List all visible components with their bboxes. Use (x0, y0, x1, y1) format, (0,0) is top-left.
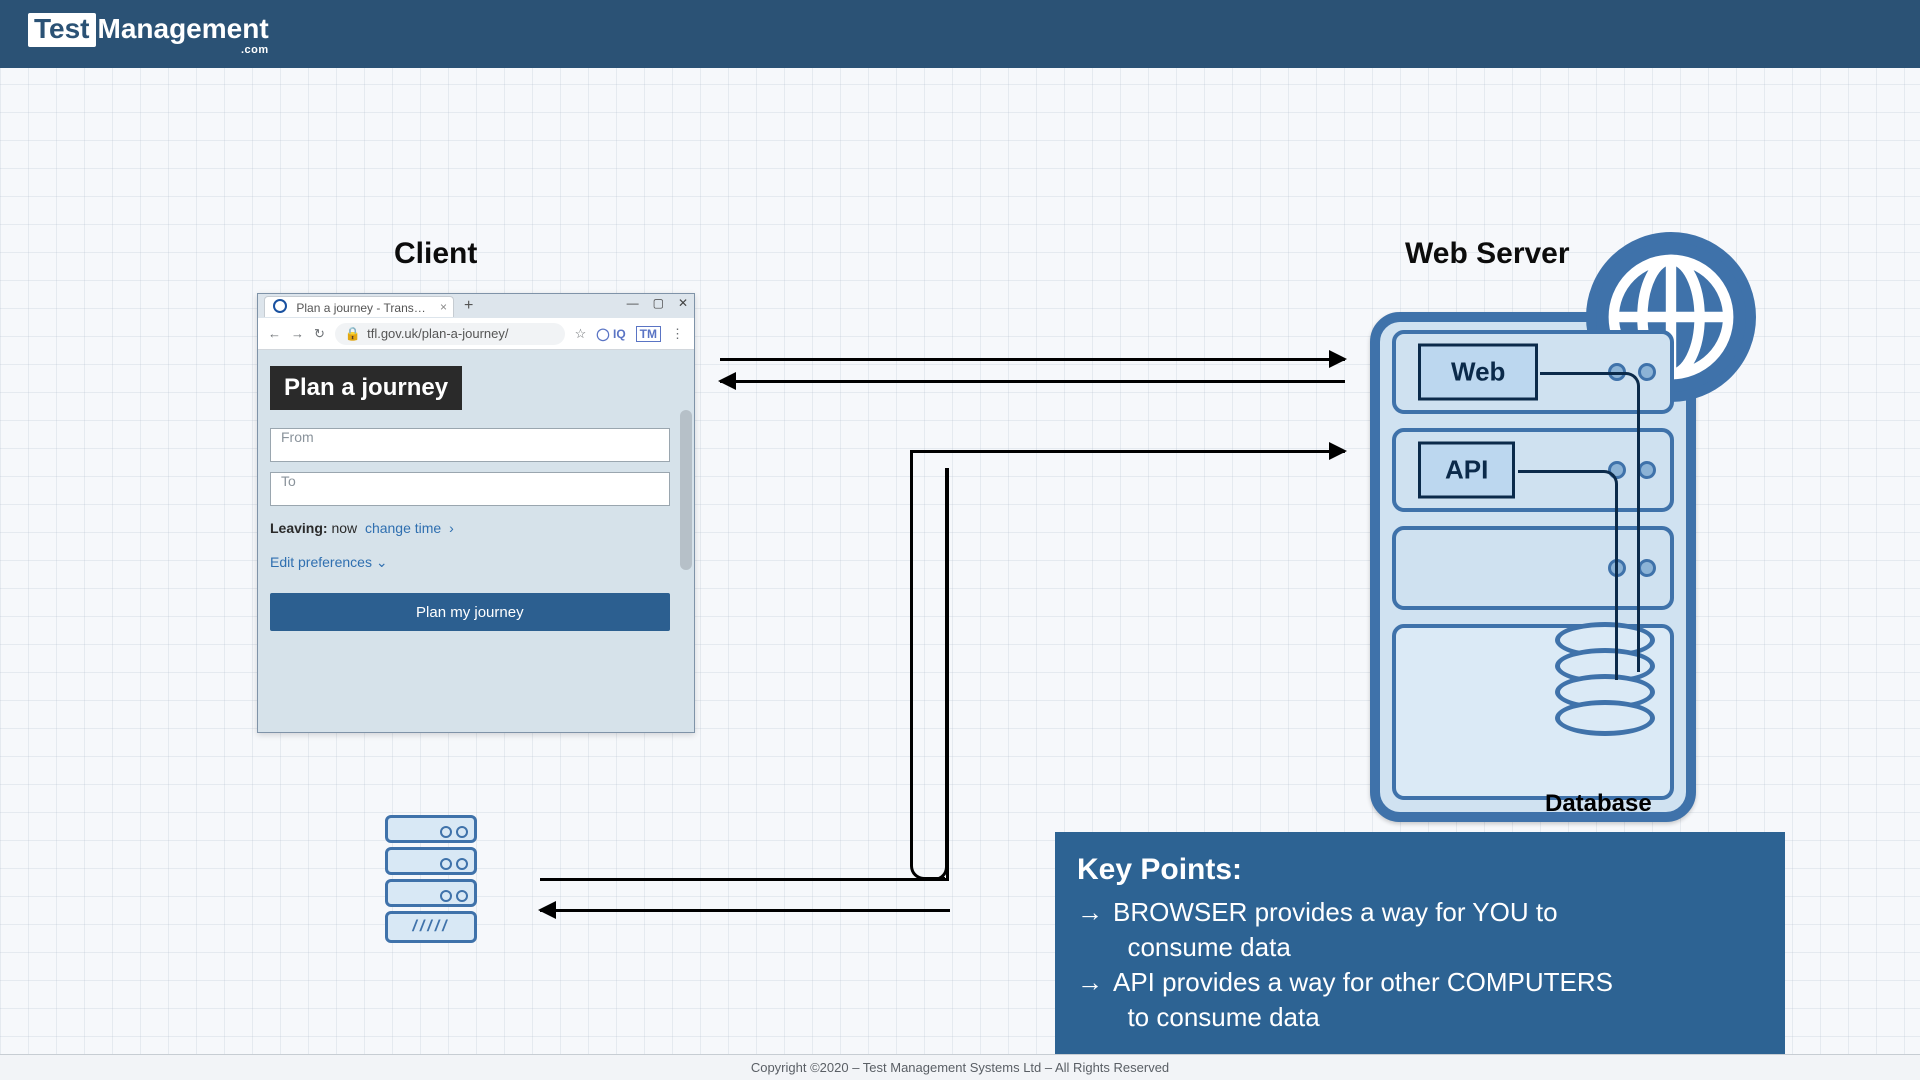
brand-rest: Management (98, 13, 269, 44)
window-controls: — ▢ ✕ (627, 296, 688, 310)
browser-menu-icon[interactable]: ⋮ (671, 326, 684, 342)
leaving-value: now (331, 520, 357, 536)
connector-horizontal-b (540, 878, 946, 881)
tab-title: Plan a journey - Transport for Lo… (296, 301, 454, 315)
page-heading: Plan a journey (270, 366, 462, 410)
chevron-down-icon: ⌄ (376, 554, 388, 570)
edit-preferences-link[interactable]: Edit preferences ⌄ (270, 554, 682, 571)
lock-icon: 🔒 (345, 326, 361, 342)
external-server-icon: ///// (385, 815, 477, 943)
client-label: Client (394, 237, 477, 271)
browser-tabstrip: Plan a journey - Transport for Lo… × + —… (258, 294, 694, 318)
address-url: tfl.gov.uk/plan-a-journey/ (367, 326, 508, 341)
web-server-rack: Web API (1370, 312, 1696, 822)
key-points-heading: Key Points: (1077, 850, 1763, 891)
from-input[interactable]: From (270, 428, 670, 462)
arrow-client-to-web (720, 358, 1345, 361)
browser-toolbar: ← → ↻ 🔒 tfl.gov.uk/plan-a-journey/ ☆ ◯ I… (258, 318, 694, 350)
extension-other-icon[interactable]: ◯ IQ (596, 327, 625, 341)
wire-api-to-db (1518, 470, 1618, 680)
arrow-web-to-client (720, 380, 1345, 383)
key-point-2: → API provides a way for other COMPUTERS… (1077, 965, 1763, 1035)
scrollbar-thumb[interactable] (680, 410, 692, 570)
extension-tm-icon[interactable]: TM (636, 326, 661, 342)
window-close-icon[interactable]: ✕ (678, 296, 688, 310)
leaving-row: Leaving: now change time › (270, 520, 682, 536)
brand-logo: TestManagement .com (28, 13, 269, 56)
server-label: Web Server (1405, 237, 1570, 271)
to-input[interactable]: To (270, 472, 670, 506)
arrow-api-to-miniserver (540, 909, 950, 912)
footer-copyright: Copyright ©2020 – Test Management System… (0, 1054, 1920, 1080)
browser-window: Plan a journey - Transport for Lo… × + —… (257, 293, 695, 733)
plan-journey-button[interactable]: Plan my journey (270, 593, 670, 631)
connector-corner-b (906, 468, 948, 881)
new-tab-button[interactable]: + (464, 297, 473, 315)
nav-forward-icon[interactable]: → (291, 326, 304, 341)
key-point-1: → BROWSER provides a way for YOU to cons… (1077, 895, 1763, 965)
change-time-link[interactable]: change time (365, 520, 441, 536)
key-points-box: Key Points: → BROWSER provides a way for… (1055, 832, 1785, 1055)
nav-back-icon[interactable]: ← (268, 326, 281, 341)
top-banner: TestManagement .com (0, 0, 1920, 68)
window-minimize-icon[interactable]: — (627, 296, 639, 310)
api-chip: API (1418, 442, 1515, 499)
page-body: Plan a journey From To Leaving: now chan… (258, 350, 694, 732)
arrow-right-icon: → (1077, 965, 1103, 1035)
leaving-label: Leaving: (270, 520, 328, 536)
address-bar[interactable]: 🔒 tfl.gov.uk/plan-a-journey/ (335, 323, 565, 345)
browser-tab[interactable]: Plan a journey - Transport for Lo… × (264, 296, 454, 317)
nav-reload-icon[interactable]: ↻ (314, 326, 325, 342)
bookmark-star-icon[interactable]: ☆ (575, 326, 587, 342)
arrow-right-icon: → (1077, 895, 1103, 965)
tab-close-icon[interactable]: × (440, 300, 447, 314)
web-chip: Web (1418, 344, 1538, 401)
arrow-to-api (910, 450, 1345, 453)
window-maximize-icon[interactable]: ▢ (653, 296, 664, 310)
chevron-right-icon: › (449, 520, 454, 536)
database-label: Database (1545, 790, 1652, 818)
brand-box: Test (28, 13, 96, 47)
